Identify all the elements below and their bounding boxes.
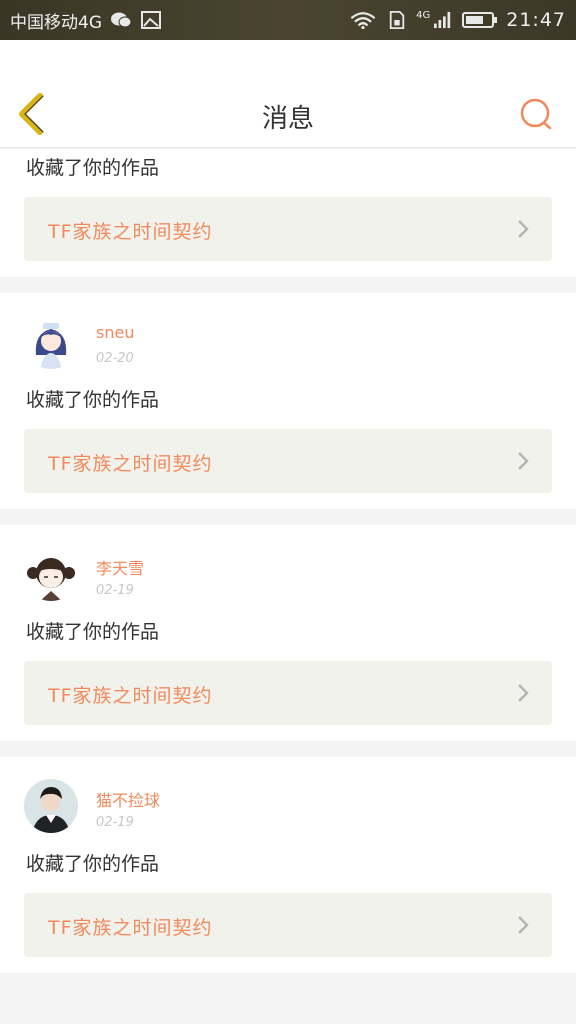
- network-type: 4G: [416, 9, 431, 21]
- date: 02-19: [96, 583, 134, 598]
- chevron-right-icon: [518, 916, 529, 934]
- wifi-icon: [350, 12, 376, 29]
- clock: 21:47: [506, 9, 566, 31]
- date: 02-20: [96, 351, 134, 366]
- message-card: sneu 02-20 收藏了你的作品 TF家族之时间契约: [0, 293, 576, 509]
- app-header: 消息: [0, 40, 576, 148]
- work-link[interactable]: TF家族之时间契约: [24, 661, 552, 725]
- chevron-right-icon: [518, 452, 529, 470]
- wechat-icon: [111, 12, 132, 28]
- chevron-right-icon: [518, 220, 529, 238]
- search-icon[interactable]: [518, 96, 554, 132]
- user-row: sneu 02-20: [0, 293, 576, 381]
- avatar[interactable]: [24, 779, 78, 833]
- work-title: TF家族之时间契约: [48, 221, 213, 243]
- work-link[interactable]: TF家族之时间契约: [24, 429, 552, 493]
- username[interactable]: sneu: [96, 323, 134, 342]
- work-title: TF家族之时间契约: [48, 685, 213, 707]
- chevron-right-icon: [518, 684, 529, 702]
- action-text: 收藏了你的作品: [26, 389, 160, 411]
- signal-icon: [434, 11, 451, 29]
- avatar[interactable]: [24, 315, 78, 369]
- work-link[interactable]: TF家族之时间契约: [24, 197, 552, 261]
- message-card: 李天雪 02-19 收藏了你的作品 TF家族之时间契约: [0, 525, 576, 741]
- message-list: 收藏了你的作品 TF家族之时间契约 sneu 02-20 收藏了你的作品 TF家…: [0, 149, 576, 989]
- page-title: 消息: [261, 104, 314, 134]
- username[interactable]: 李天雪: [96, 555, 144, 579]
- action-text: 收藏了你的作品: [26, 621, 160, 643]
- action-text: 收藏了你的作品: [26, 157, 160, 179]
- message-card: 猫不捡球 02-19 收藏了你的作品 TF家族之时间契约: [0, 757, 576, 973]
- work-link[interactable]: TF家族之时间契约: [24, 893, 552, 957]
- work-title: TF家族之时间契约: [48, 453, 213, 475]
- work-title: TF家族之时间契约: [48, 917, 213, 939]
- username[interactable]: 猫不捡球: [96, 787, 160, 811]
- message-card: 收藏了你的作品 TF家族之时间契约: [0, 149, 576, 277]
- avatar[interactable]: [24, 547, 78, 601]
- battery-icon: [462, 12, 498, 28]
- action-text: 收藏了你的作品: [26, 853, 160, 875]
- status-bar: 中国移动4G 4G 21:47: [0, 0, 576, 40]
- user-row: 猫不捡球 02-19: [0, 757, 576, 845]
- image-icon: [141, 11, 161, 29]
- sim-icon: [389, 11, 405, 29]
- date: 02-19: [96, 815, 134, 830]
- carrier-label: 中国移动4G: [10, 12, 102, 33]
- user-row: 李天雪 02-19: [0, 525, 576, 613]
